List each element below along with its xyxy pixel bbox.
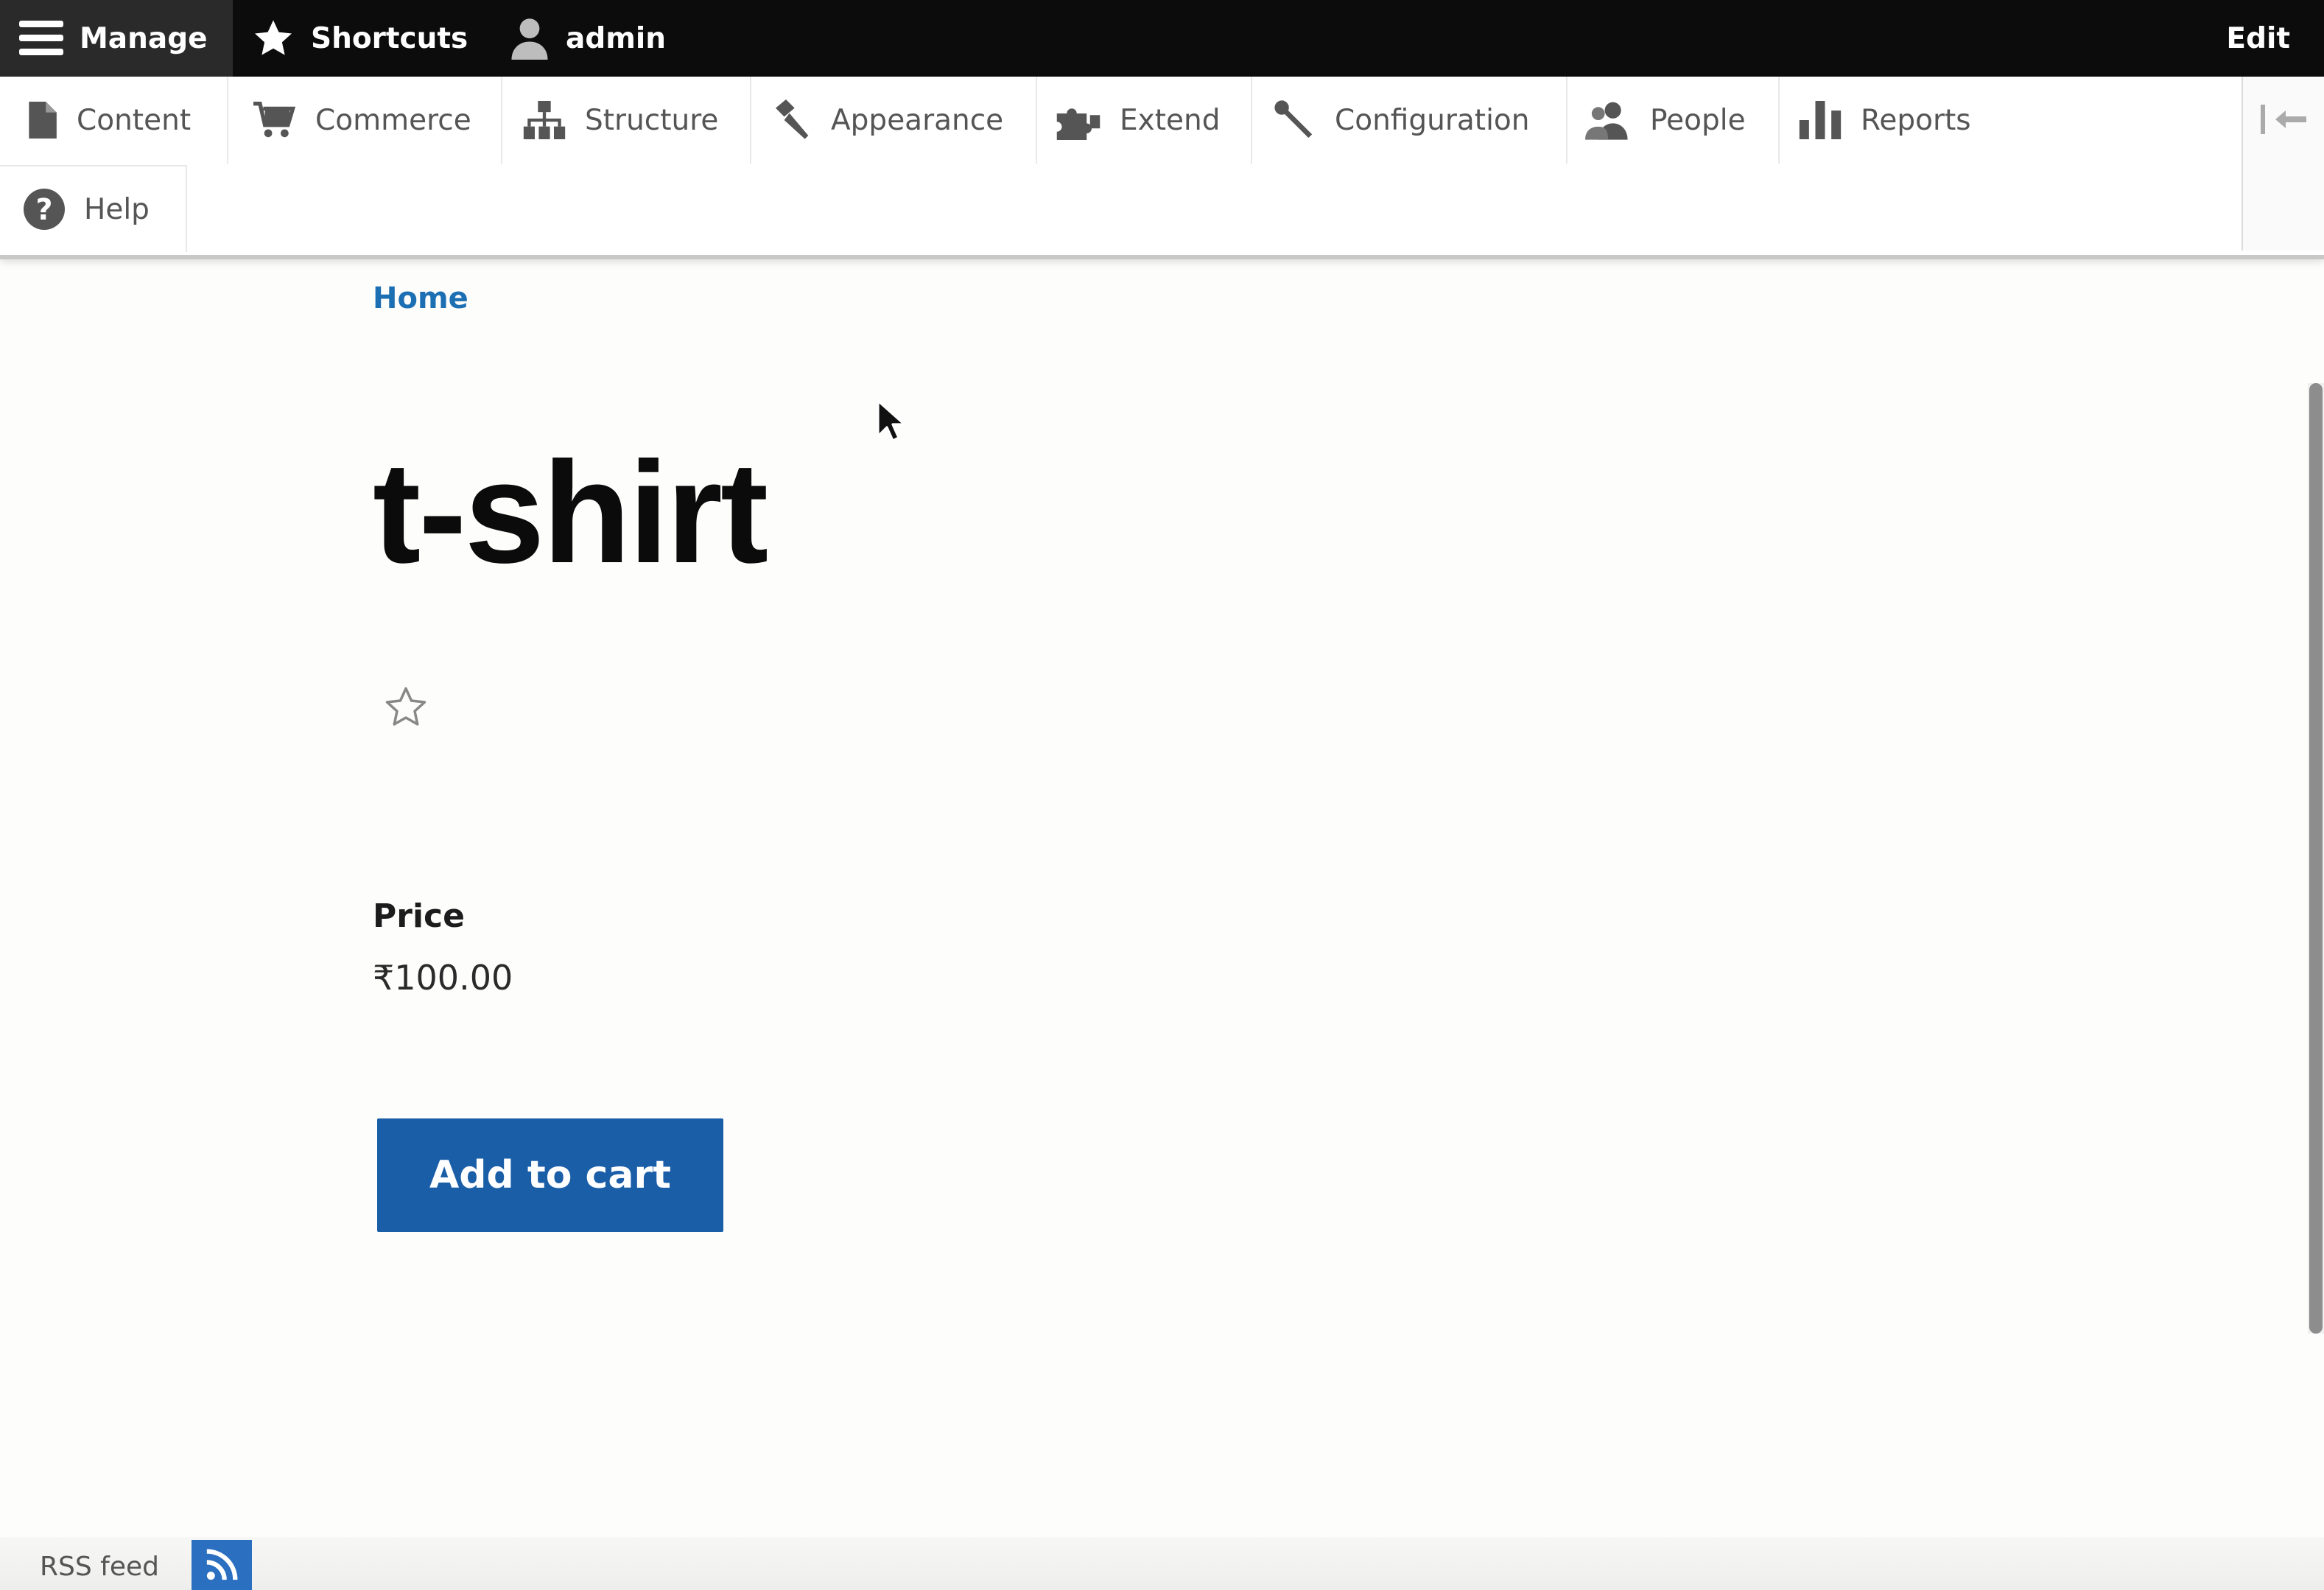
- tray-item-label: Content: [77, 103, 192, 137]
- shortcuts-label: Shortcuts: [311, 21, 468, 55]
- sitemap-icon: [523, 101, 566, 139]
- breadcrumb-home[interactable]: Home: [373, 281, 468, 315]
- manage-label: Manage: [80, 21, 208, 55]
- help-icon: ?: [24, 189, 65, 230]
- tray-item-reports[interactable]: Reports: [1780, 77, 2001, 164]
- page-title: t-shirt: [373, 432, 768, 593]
- edit-toggle[interactable]: Edit: [2226, 0, 2290, 77]
- people-icon: [1585, 100, 1631, 140]
- admin-toolbar: Manage Shortcuts admin Edit: [0, 0, 2324, 77]
- file-icon: [25, 102, 57, 139]
- tray-item-help[interactable]: ? Help: [0, 165, 187, 252]
- mouse-pointer-icon: [877, 399, 906, 446]
- puzzle-icon: [1056, 100, 1100, 140]
- manage-tab[interactable]: Manage: [0, 0, 233, 77]
- add-to-cart-button[interactable]: Add to cart: [377, 1118, 723, 1232]
- tray-item-label: Structure: [585, 103, 719, 137]
- hamburger-icon: [19, 19, 63, 57]
- tray-item-label: Reports: [1861, 103, 1971, 137]
- shortcuts-tab[interactable]: Shortcuts: [252, 0, 468, 77]
- tray-item-label: People: [1650, 103, 1746, 137]
- admin-tray: Content Commerce Structure Appearance Ex…: [0, 77, 2324, 259]
- price-value: ₹100.00: [373, 958, 513, 998]
- tray-item-label: Appearance: [831, 103, 1004, 137]
- paintbrush-icon: [770, 99, 812, 141]
- collapse-arrow-icon: [2261, 105, 2306, 138]
- user-icon: [510, 17, 550, 60]
- svg-text:?: ?: [35, 193, 52, 227]
- favorite-star-icon[interactable]: [383, 685, 429, 733]
- wrench-icon: [1273, 99, 1316, 141]
- tray-item-label: Commerce: [315, 103, 471, 137]
- vertical-scrollbar[interactable]: [2308, 383, 2324, 1334]
- bar-chart-icon: [1799, 101, 1842, 139]
- tray-item-structure[interactable]: Structure: [502, 77, 751, 164]
- tray-item-label: Extend: [1120, 103, 1221, 137]
- tray-orientation-toggle[interactable]: [2241, 77, 2324, 251]
- tray-item-commerce[interactable]: Commerce: [228, 77, 502, 164]
- rss-icon[interactable]: [192, 1540, 252, 1590]
- tray-item-label: Help: [84, 192, 150, 226]
- user-tab[interactable]: admin: [510, 0, 666, 77]
- star-icon: [252, 18, 295, 59]
- price-label: Price: [373, 897, 465, 935]
- tray-item-people[interactable]: People: [1568, 77, 1780, 164]
- tray-item-content[interactable]: Content: [0, 77, 228, 164]
- tray-item-label: Configuration: [1335, 103, 1530, 137]
- footer: [0, 1537, 2324, 1590]
- cart-icon: [253, 100, 296, 140]
- tray-item-extend[interactable]: Extend: [1037, 77, 1252, 164]
- scrollbar-thumb[interactable]: [2309, 383, 2323, 1334]
- tray-item-configuration[interactable]: Configuration: [1252, 77, 1568, 164]
- tray-item-appearance[interactable]: Appearance: [751, 77, 1037, 164]
- user-label: admin: [566, 21, 667, 55]
- rss-feed-label[interactable]: RSS feed: [40, 1552, 159, 1582]
- edit-label: Edit: [2226, 21, 2290, 55]
